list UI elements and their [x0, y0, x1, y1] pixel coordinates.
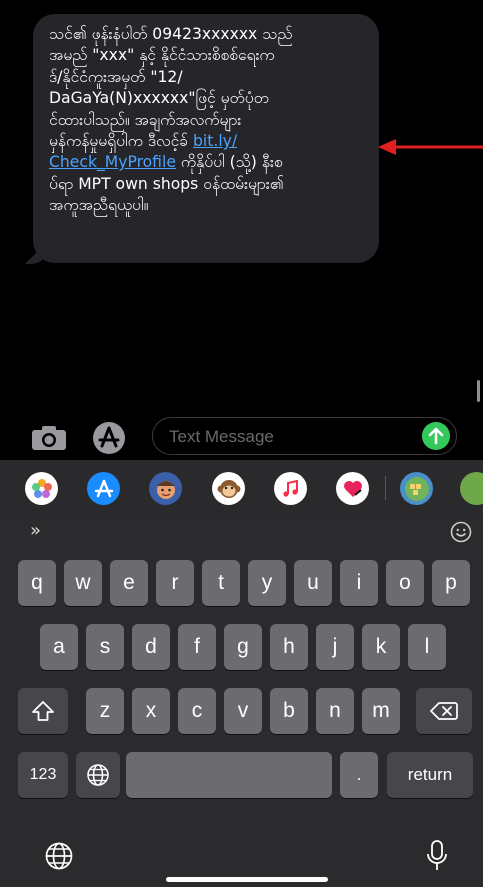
globe-icon[interactable]	[44, 841, 74, 871]
messages-screen: သင်၏ ဖုန်းနံပါတ် 09423xxxxxx သည် အမည် "x…	[0, 0, 483, 887]
shift-key[interactable]	[18, 688, 68, 734]
key-q[interactable]: q	[18, 560, 56, 606]
compose-bar: Text Message	[0, 410, 483, 460]
red-arrow-annotation	[378, 139, 483, 155]
music-icon[interactable]	[274, 472, 307, 505]
return-key[interactable]: return	[387, 752, 473, 798]
home-indicator[interactable]	[166, 877, 328, 882]
numbers-key[interactable]: 123	[18, 752, 68, 798]
keyboard: » q w e r t y u i o p a s d f g h j k l	[0, 516, 483, 887]
message-line: ပ်ရာ MPT own shops ဝန်ထမ်းများ၏	[49, 174, 284, 193]
key-d[interactable]: d	[132, 624, 170, 670]
key-b[interactable]: b	[270, 688, 308, 734]
key-g[interactable]: g	[224, 624, 262, 670]
camera-icon[interactable]	[31, 425, 67, 451]
apps-divider	[385, 476, 386, 500]
imessage-apps-drawer	[0, 460, 483, 516]
message-input[interactable]: Text Message	[152, 417, 457, 455]
key-o[interactable]: o	[386, 560, 424, 606]
globe-icon	[87, 764, 109, 786]
message-line: ဒ်/နိုင်ငံကူးအမှတ် "12/	[49, 67, 183, 86]
globe-key[interactable]	[76, 752, 120, 798]
game-icon-2[interactable]	[460, 472, 483, 505]
message-line: မှန်ကန်မှုမရှိပါက ဒီလင့်ခ်	[49, 132, 194, 151]
message-line: င်ထားပါသည်။ အချက်အလက်များ	[49, 110, 242, 129]
chevron-icon[interactable]: »	[30, 520, 41, 541]
shift-icon	[32, 701, 54, 721]
message-line: ကိုနှိပ်ပါ (သို့) နီးစ	[175, 153, 283, 172]
key-l[interactable]: l	[408, 624, 446, 670]
memoji-icon[interactable]	[149, 472, 182, 505]
message-line: အကူအညီရယူပါ။	[49, 196, 149, 215]
message-line: DaGaYa(N)xxxxxx"ဖြင့် မှတ်ပုံတ	[49, 89, 269, 108]
key-h[interactable]: h	[270, 624, 308, 670]
photos-icon[interactable]	[25, 472, 58, 505]
digital-touch-icon[interactable]	[336, 472, 369, 505]
backspace-key[interactable]	[416, 688, 472, 734]
key-w[interactable]: w	[64, 560, 102, 606]
key-a[interactable]: a	[40, 624, 78, 670]
period-key[interactable]: .	[340, 752, 378, 798]
emoji-icon[interactable]	[450, 521, 472, 543]
key-n[interactable]: n	[316, 688, 354, 734]
animoji-monkey-icon[interactable]	[212, 472, 245, 505]
send-button[interactable]	[422, 422, 450, 450]
key-s[interactable]: s	[86, 624, 124, 670]
message-line: သင်၏ ဖုန်းနံပါတ် 09423xxxxxx သည်	[49, 25, 293, 43]
conversation-view[interactable]: သင်၏ ဖုန်းနံပါတ် 09423xxxxxx သည် အမည် "x…	[0, 0, 483, 410]
key-i[interactable]: i	[340, 560, 378, 606]
profile-link-cont[interactable]: Check_MyProfile	[49, 153, 176, 171]
scroll-indicator[interactable]	[477, 380, 480, 402]
key-p[interactable]: p	[432, 560, 470, 606]
key-v[interactable]: v	[224, 688, 262, 734]
app-store-icon[interactable]	[87, 472, 120, 505]
app-store-icon[interactable]	[92, 421, 126, 455]
backspace-icon	[430, 702, 458, 720]
key-t[interactable]: t	[202, 560, 240, 606]
key-j[interactable]: j	[316, 624, 354, 670]
microphone-icon[interactable]	[426, 839, 448, 873]
key-e[interactable]: e	[110, 560, 148, 606]
key-y[interactable]: y	[248, 560, 286, 606]
received-message-bubble[interactable]: သင်၏ ဖုန်းနံပါတ် 09423xxxxxx သည် အမည် "x…	[33, 14, 379, 263]
key-u[interactable]: u	[294, 560, 332, 606]
keyboard-toolbar: »	[0, 516, 483, 552]
key-k[interactable]: k	[362, 624, 400, 670]
key-x[interactable]: x	[132, 688, 170, 734]
key-z[interactable]: z	[86, 688, 124, 734]
message-text: သင်၏ ဖုန်းနံပါတ် 09423xxxxxx သည် အမည် "x…	[49, 24, 361, 217]
game-icon[interactable]	[400, 472, 433, 505]
space-key[interactable]	[126, 752, 332, 798]
profile-link[interactable]: bit.ly/	[193, 132, 237, 150]
key-r[interactable]: r	[156, 560, 194, 606]
message-line: အမည် "xxx" နှင့် နိုင်ငံသားစိစစ်ရေးက	[49, 46, 275, 65]
key-m[interactable]: m	[362, 688, 400, 734]
key-f[interactable]: f	[178, 624, 216, 670]
message-input-placeholder: Text Message	[169, 427, 274, 446]
key-c[interactable]: c	[178, 688, 216, 734]
